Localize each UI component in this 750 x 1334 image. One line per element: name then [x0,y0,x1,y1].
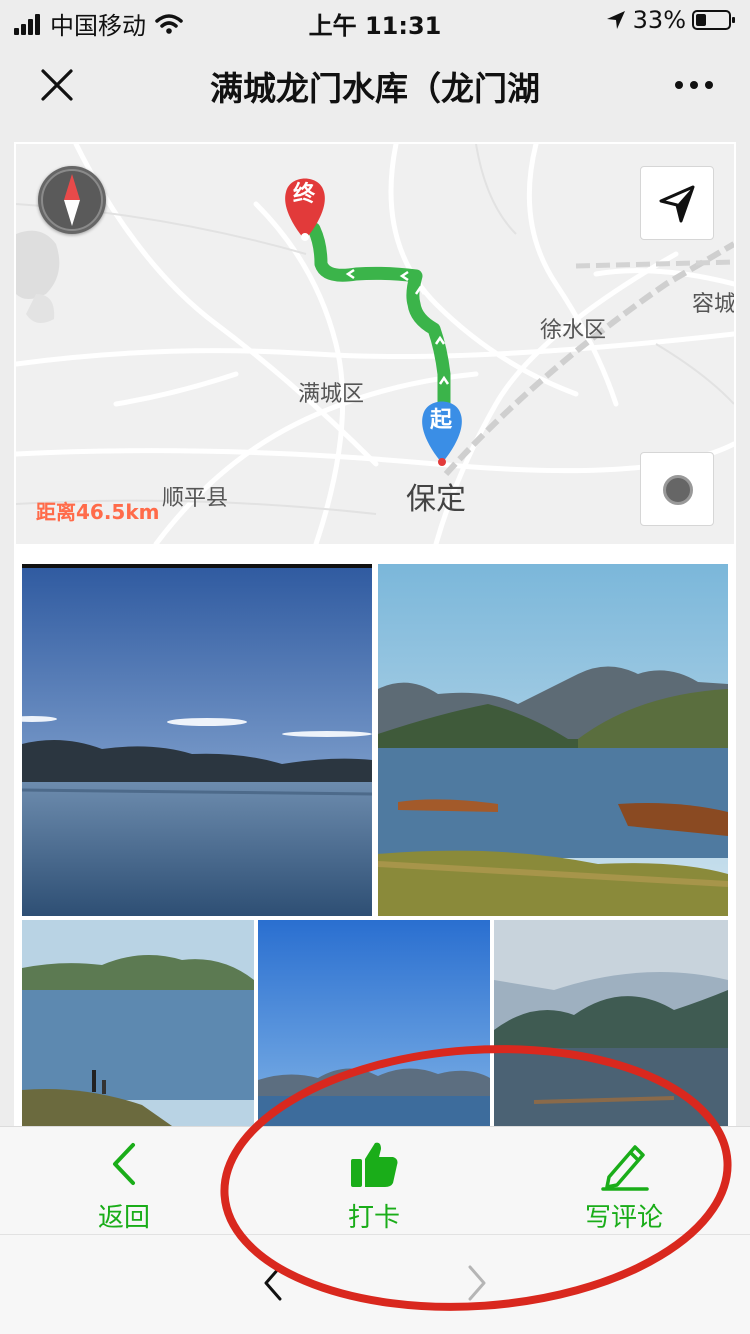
map-label-mancheng: 满城区 [298,382,365,407]
record-icon [663,475,693,505]
location-services-icon [606,11,625,29]
close-icon[interactable] [36,64,78,106]
chevron-left-icon [113,1143,135,1185]
back-label: 返回 [97,1203,150,1233]
map-label-shunping: 顺平县 [162,486,229,511]
status-bar: 中国移动 上午 11:31 33% [0,0,750,42]
map-background [16,144,734,544]
battery-percent: 33% [632,6,686,34]
lake-photo-1[interactable] [22,564,372,916]
browser-back-icon[interactable] [256,1263,292,1303]
lake-photo-5[interactable] [494,920,728,1126]
lake-photo-4[interactable] [258,920,490,1126]
thumbs-up-icon [351,1142,398,1187]
locate-button[interactable] [640,166,714,240]
distance-label: 距离46.5km [36,500,160,524]
pencil-icon [601,1145,649,1191]
checkin-label: 打卡 [347,1203,400,1233]
content-card: 终 起 徐水区 满城区 顺平县 保定 容城 距离46.5km [14,142,736,1132]
browser-nav-bar [0,1234,750,1334]
write-comment-button[interactable]: 写评论 [544,1127,704,1235]
nav-bar: 满城龙门水库（龙门湖 [0,42,750,128]
lake-photo-2[interactable] [378,564,728,916]
start-marker-label: 起 [430,408,453,433]
battery-icon [692,10,735,30]
end-marker-label: 终 [293,182,316,207]
checkin-button[interactable]: 打卡 [294,1127,454,1235]
status-right: 33% [605,6,736,34]
map-label-xushui: 徐水区 [540,318,607,343]
browser-forward-icon[interactable] [458,1263,494,1303]
back-button[interactable]: 返回 [44,1127,204,1235]
location-arrow-icon [659,185,695,223]
lake-photo-3[interactable] [22,920,254,1126]
route-map[interactable]: 终 起 徐水区 满城区 顺平县 保定 容城 距离46.5km [16,144,734,544]
page-title: 满城龙门水库（龙门湖 [210,69,540,108]
record-button[interactable] [640,452,714,526]
action-bar: 返回 打卡 写评论 [0,1126,750,1234]
map-label-baoding: 保定 [406,482,466,517]
map-label-rongcheng: 容城 [692,292,734,317]
comment-label: 写评论 [584,1203,663,1233]
compass-icon[interactable] [38,166,106,234]
more-icon[interactable] [672,64,716,106]
